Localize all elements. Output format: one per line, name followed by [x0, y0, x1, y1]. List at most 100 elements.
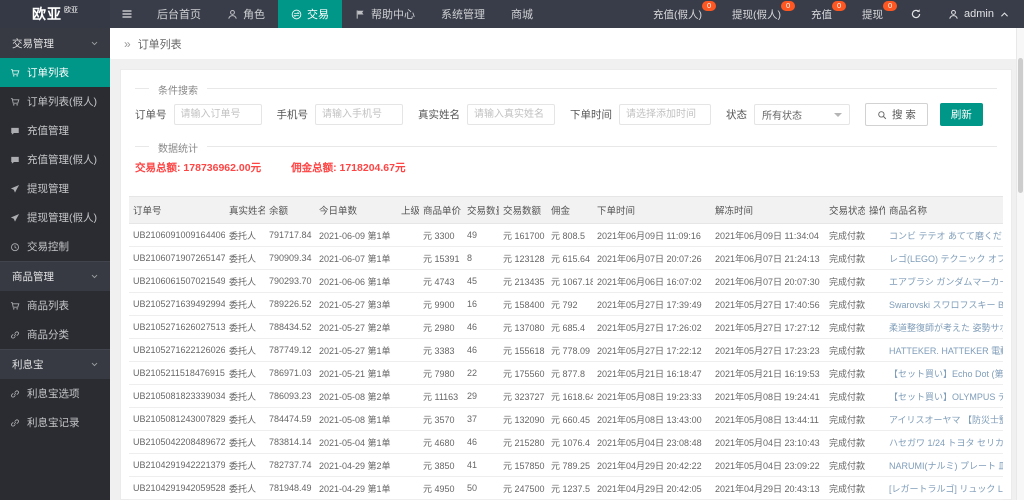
- sidebar-item[interactable]: 提现管理: [0, 174, 110, 203]
- cell-today-orders: 2021-05-04 第1单: [315, 430, 397, 454]
- cell-product-name[interactable]: エアブラシ ガンダムマーカー コンプレッサー セット USB: [885, 269, 1003, 293]
- cell-unit-price: 元 3300: [419, 223, 463, 247]
- cell-unfreeze-time: 2021年05月21日 16:19:53: [711, 361, 825, 385]
- sidebar-section-header[interactable]: 交易管理: [0, 28, 110, 58]
- cell-amount: 元 175560: [499, 361, 547, 385]
- quick-link-label: 提现: [862, 8, 884, 21]
- text-input[interactable]: [315, 104, 403, 125]
- cell-quantity: 22: [463, 361, 499, 385]
- cell-product-name[interactable]: NARUMI(ナルミ) プレート 皿 セット 里花暦(さとはなごよ: [885, 453, 1003, 477]
- search-field-label: 真实姓名: [418, 109, 460, 121]
- cell-action: [865, 407, 885, 431]
- sidebar-toggle-button[interactable]: [110, 0, 144, 28]
- cell-real-name: 委托人: [225, 384, 265, 408]
- cell-action: [865, 246, 885, 270]
- cell-real-name: 委托人: [225, 430, 265, 454]
- cell-unit-price: 元 3383: [419, 338, 463, 362]
- cell-balance: 786971.03: [265, 361, 315, 385]
- cell-product-name[interactable]: ハセガワ 1/24 トヨタ セリカ 1600GT マカオGP プラモデ: [885, 430, 1003, 454]
- stat-value: 1718204.67元: [339, 162, 406, 174]
- cell-order-no: UB2105081243007829: [129, 407, 225, 431]
- chevron-down-icon: [90, 360, 99, 369]
- refresh-page-button[interactable]: [898, 0, 934, 28]
- sidebar-item-label: 订单列表: [27, 67, 69, 79]
- logo-badge-text: 欧亚: [64, 7, 78, 14]
- cell-product-name[interactable]: 【セット買い】Echo Dot (第4世代) グレーシャーホワイト: [885, 361, 1003, 385]
- page-scrollbar[interactable]: [1016, 28, 1024, 500]
- cell-today-orders: 2021-06-06 第1单: [315, 269, 397, 293]
- topnav-item[interactable]: 商城: [498, 0, 546, 28]
- table-row: UB2105081823339034 委托人 786093.23 2021-05-08…: [129, 384, 1003, 408]
- sidebar-item[interactable]: 商品列表: [0, 291, 110, 320]
- topnav-item[interactable]: 后台首页: [144, 0, 214, 28]
- cell-product-name[interactable]: 柔道整復師が考えた 姿勢サポーター 姿勢ベルト 男女兼用: [885, 315, 1003, 339]
- sidebar-item[interactable]: 利息宝选项: [0, 379, 110, 408]
- search-fieldset: 条件搜索 订单号 手机号 真实姓名 下单时间 状态 所有状态 搜 索: [135, 82, 997, 138]
- column-header-product-name: 商品名称: [885, 196, 1003, 224]
- topnav-quick-link[interactable]: 充值 0: [796, 0, 847, 28]
- sidebar-section-label: 商品管理: [12, 271, 54, 283]
- sidebar-item[interactable]: 充值管理: [0, 116, 110, 145]
- cell-product-name[interactable]: レゴ(LEGO) テクニック オフロードバギー 42124: [885, 246, 1003, 270]
- sidebar-item[interactable]: 提现管理(假人): [0, 203, 110, 232]
- sidebar-item[interactable]: 订单列表(假人): [0, 87, 110, 116]
- cell-amount: 元 132090: [499, 407, 547, 431]
- status-select[interactable]: 所有状态: [754, 104, 850, 125]
- notification-badge: 0: [781, 1, 796, 11]
- topnav-item[interactable]: 帮助中心: [342, 0, 428, 28]
- sidebar-item-label: 订单列表(假人): [27, 96, 97, 108]
- cell-real-name: 委托人: [225, 246, 265, 270]
- cell-commission: 元 1618.64: [547, 384, 593, 408]
- user-menu[interactable]: admin: [934, 0, 1024, 28]
- cell-today-orders: 2021-05-08 第2单: [315, 384, 397, 408]
- cell-unit-price: 元 3850: [419, 453, 463, 477]
- sidebar-item-label: 商品分类: [27, 329, 69, 341]
- topbar: 欧亚 欧亚 后台首页 角色 交易 帮助中心 系统管理 商城 充值(假人) 0 提现(假人) 0 充…: [0, 0, 1024, 28]
- coin-icon: [10, 126, 20, 136]
- sidebar-section-header[interactable]: 商品管理: [0, 261, 110, 291]
- topnav-item[interactable]: 系统管理: [428, 0, 498, 28]
- cell-real-name: 委托人: [225, 269, 265, 293]
- cell-product-name[interactable]: HATTEKER. HATTEKER 電動バリカン ばりかん ヘアカッタ: [885, 338, 1003, 362]
- search-button[interactable]: 搜 索: [865, 103, 928, 126]
- cell-unfreeze-time: 2021年05月27日 17:40:56: [711, 292, 825, 316]
- text-input[interactable]: [173, 104, 262, 125]
- cell-commission: 元 808.5: [547, 223, 593, 247]
- topnav-item[interactable]: 交易: [278, 0, 342, 28]
- cell-real-name: 委托人: [225, 338, 265, 362]
- cell-product-name[interactable]: Swarovski スワロフスキー Bella V クリスタル とシルバー: [885, 292, 1003, 316]
- text-input[interactable]: [467, 104, 555, 125]
- column-header-commission: 佣金: [547, 196, 593, 224]
- cell-quantity: 29: [463, 384, 499, 408]
- cell-parent-user: [397, 338, 419, 362]
- cell-product-name[interactable]: コンビ テテオ あてて磨くだけ 電動仕上げブラシ グリーン: [885, 223, 1003, 247]
- topnav-quick-link[interactable]: 提现 0: [847, 0, 898, 28]
- cell-unit-price: 元 2980: [419, 315, 463, 339]
- sidebar-item[interactable]: 充值管理(假人): [0, 145, 110, 174]
- link-icon: [10, 330, 20, 340]
- sidebar-item[interactable]: 商品分类: [0, 320, 110, 349]
- cell-product-name[interactable]: [レガートラルゴ] リュック Legato Largo: [885, 476, 1003, 500]
- topnav-quick-link[interactable]: 提现(假人) 0: [717, 0, 796, 28]
- notification-badge: 0: [832, 1, 847, 11]
- cell-order-no: UB2106061507021549: [129, 269, 225, 293]
- sidebar-item[interactable]: 订单列表: [0, 58, 110, 87]
- cell-quantity: 46: [463, 315, 499, 339]
- cell-balance: 789226.52: [265, 292, 315, 316]
- refresh-button[interactable]: 刷新: [939, 103, 983, 126]
- cell-product-name[interactable]: アイリスオーヤマ 【防災士監修】防災グッズ 防災リュッ: [885, 407, 1003, 431]
- sidebar-item[interactable]: 利息宝记录: [0, 408, 110, 437]
- sidebar-item[interactable]: 交易控制: [0, 232, 110, 261]
- cell-action: [865, 476, 885, 500]
- date-input[interactable]: [619, 104, 711, 125]
- sidebar-item-label: 商品列表: [27, 300, 69, 312]
- cell-status: 完成付款: [825, 292, 865, 316]
- cell-product-name[interactable]: 【セット買い】OLYMPUS テレコンバーター 1.7倍 TG-1,T: [885, 384, 1003, 408]
- scrollbar-thumb[interactable]: [1018, 58, 1023, 193]
- cell-amount: 元 247500: [499, 476, 547, 500]
- topnav-item[interactable]: 角色: [214, 0, 278, 28]
- sidebar-section-header[interactable]: 利息宝: [0, 349, 110, 379]
- cell-real-name: 委托人: [225, 292, 265, 316]
- topnav-quick-link[interactable]: 充值(假人) 0: [638, 0, 717, 28]
- column-header-unfreeze-time: 解冻时间: [711, 196, 825, 224]
